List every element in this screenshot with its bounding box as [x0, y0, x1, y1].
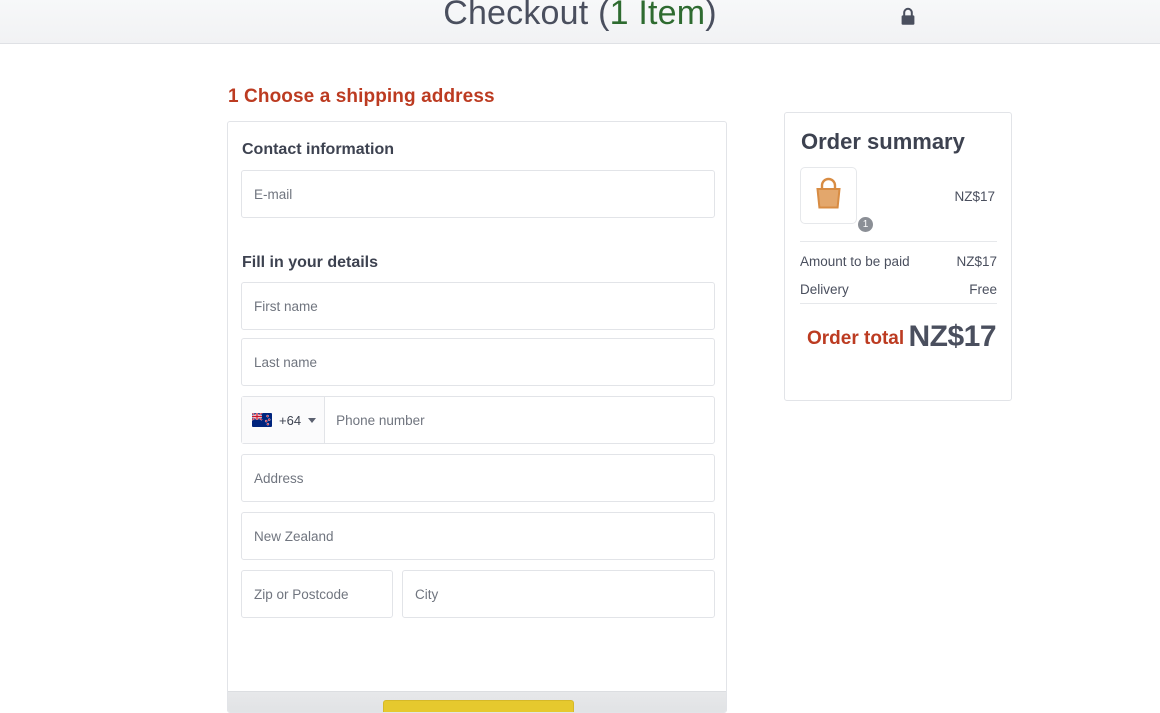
email-field[interactable]: E-mail: [241, 170, 715, 218]
address-placeholder: Address: [254, 470, 304, 486]
quantity-badge: 1: [856, 215, 875, 234]
item-count: 1 Item: [609, 0, 706, 32]
lock-icon: [897, 5, 919, 29]
summary-row-delivery-label: Delivery: [800, 282, 849, 297]
page-content: 1 Choose a shipping address Contact info…: [0, 45, 1160, 713]
zip-postcode-placeholder: Zip or Postcode: [254, 586, 349, 602]
email-field-placeholder: E-mail: [254, 186, 293, 202]
last-name-placeholder: Last name: [254, 354, 318, 370]
zip-postcode-field[interactable]: Zip or Postcode: [241, 570, 393, 618]
country-field[interactable]: New Zealand: [241, 512, 715, 560]
summary-row-amount-label: Amount to be paid: [800, 254, 910, 269]
order-total-value: NZ$17: [908, 320, 996, 353]
chevron-down-icon: [308, 417, 317, 423]
city-placeholder: City: [415, 586, 439, 602]
product-thumbnail[interactable]: 1: [800, 167, 875, 234]
country-dial-code-selector[interactable]: +64: [242, 397, 326, 443]
summary-row-delivery: Delivery Free: [800, 282, 997, 297]
dial-code-label: +64: [279, 412, 302, 428]
fill-in-your-details-heading: Fill in your details: [242, 254, 379, 271]
first-name-field[interactable]: First name: [241, 282, 715, 330]
order-summary-panel: Order summary 1 NZ$17 Amount to be paid …: [784, 112, 1012, 401]
page-header: Checkout (1 Item): [0, 0, 1160, 44]
summary-divider-top: [800, 241, 997, 242]
shopping-bag-icon: [801, 177, 856, 227]
city-field[interactable]: City: [402, 570, 715, 618]
last-name-field[interactable]: Last name: [241, 338, 715, 386]
summary-row-amount-value: NZ$17: [956, 254, 997, 269]
order-total-label: Order total: [807, 328, 905, 349]
continue-button[interactable]: [383, 700, 574, 712]
order-summary-title: Order summary: [801, 129, 965, 154]
form-footer: [228, 691, 726, 712]
summary-row-delivery-value: Free: [969, 282, 997, 297]
item-price: NZ$17: [954, 189, 995, 204]
new-zealand-flag-icon: [252, 413, 272, 427]
page-title-main: Checkout (: [443, 0, 610, 32]
country-placeholder: New Zealand: [254, 528, 334, 544]
page-title-close: ): [705, 0, 717, 32]
page-title: Checkout (1 Item): [0, 0, 1160, 33]
step-heading: 1 Choose a shipping address: [228, 86, 495, 107]
shipping-address-form: Contact information E-mail Fill in your …: [227, 121, 727, 713]
first-name-placeholder: First name: [254, 298, 318, 314]
phone-number-field[interactable]: +64 Phone number: [241, 396, 715, 444]
phone-number-placeholder: Phone number: [336, 412, 425, 428]
contact-information-heading: Contact information: [242, 141, 394, 158]
summary-row-amount: Amount to be paid NZ$17: [800, 254, 997, 269]
address-field[interactable]: Address: [241, 454, 715, 502]
summary-divider-bottom: [800, 303, 997, 304]
